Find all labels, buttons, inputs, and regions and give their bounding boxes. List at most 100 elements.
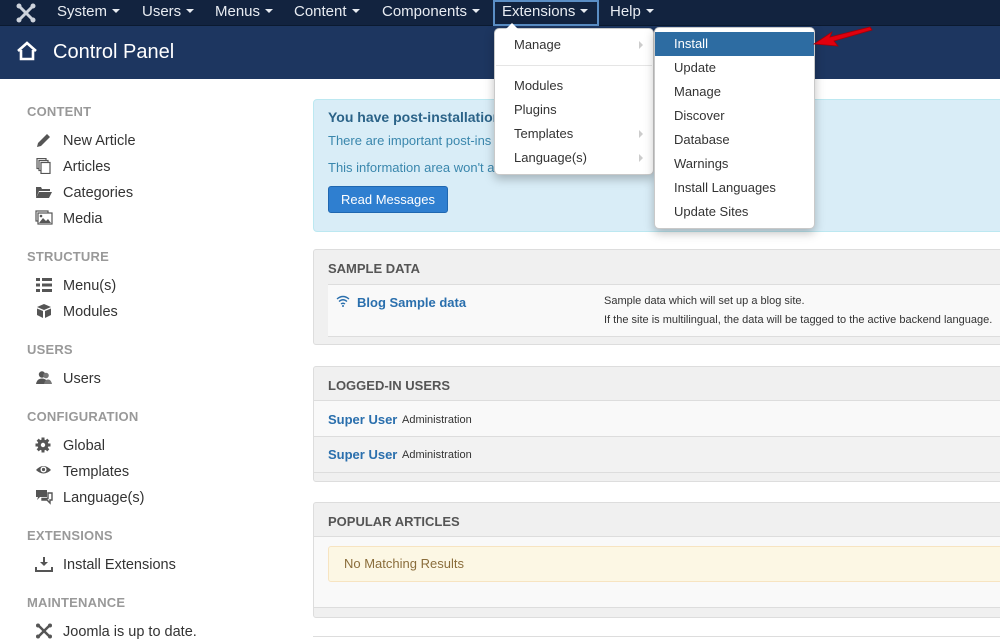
menu-item-label: Modules <box>514 78 564 93</box>
nav-system-label: System <box>57 3 108 20</box>
top-navbar: System Users Menus Content Components Ex… <box>0 0 1000 26</box>
nav-components[interactable]: Components <box>374 0 488 26</box>
blog-sample-data-link[interactable]: Blog Sample data <box>357 295 466 310</box>
sidebar-heading-configuration: CONFIGURATION <box>27 409 139 424</box>
popular-articles-panel: POPULAR ARTICLES No Matching Results <box>313 502 1000 618</box>
nav-content-label: Content <box>294 3 347 20</box>
extensions-dropdown: Manage Modules Plugins Templates Languag… <box>494 23 654 175</box>
sidebar-item-label: Templates <box>63 464 130 480</box>
submenu-item-install-languages[interactable]: Install Languages <box>655 176 814 200</box>
nav-system[interactable]: System <box>49 0 128 26</box>
home-icon <box>17 41 37 61</box>
submenu-item-manage[interactable]: Manage <box>655 80 814 104</box>
menu-item-languages[interactable]: Language(s) <box>495 146 653 170</box>
page-title: Control Panel <box>53 41 175 63</box>
alert-title: You have post-installation <box>328 109 502 125</box>
menu-item-label: Language(s) <box>514 150 587 165</box>
sidebar-heading-extensions: EXTENSIONS <box>27 528 113 543</box>
sidebar-item-label: Language(s) <box>63 490 145 506</box>
nav-components-label: Components <box>382 3 468 20</box>
logged-in-users-panel: LOGGED-IN USERS Super User Administratio… <box>313 366 1000 482</box>
submenu-item-update[interactable]: Update <box>655 56 814 80</box>
caret-down-icon <box>186 9 195 14</box>
dropdown-caret <box>506 23 518 29</box>
cube-icon <box>37 304 51 318</box>
pencil-icon <box>37 134 50 147</box>
submenu-item-install[interactable]: Install <box>655 32 814 56</box>
submenu-item-update-sites[interactable]: Update Sites <box>655 200 814 224</box>
caret-down-icon <box>265 9 274 14</box>
sidebar-item-label: Articles <box>63 159 111 175</box>
nav-help-label: Help <box>610 3 641 20</box>
menu-item-label: Manage <box>514 37 561 52</box>
user-row: Super User Administration <box>314 400 1000 437</box>
user-row: Super User Administration <box>314 437 1000 473</box>
menu-item-modules[interactable]: Modules <box>495 74 653 98</box>
submenu-arrow-icon <box>639 154 643 162</box>
joomla-icon <box>36 623 52 639</box>
nav-content[interactable]: Content <box>286 0 368 26</box>
stack-icon <box>36 158 51 174</box>
user-location: Administration <box>402 414 472 426</box>
menu-item-plugins[interactable]: Plugins <box>495 98 653 122</box>
folder-icon <box>36 187 52 198</box>
submenu-item-warnings[interactable]: Warnings <box>655 152 814 176</box>
eye-icon <box>36 466 51 474</box>
joomla-logo-icon[interactable] <box>15 3 37 23</box>
submenu-arrow-icon <box>639 130 643 138</box>
users-icon <box>36 371 52 384</box>
user-location: Administration <box>402 449 472 461</box>
manage-submenu: Install Update Manage Discover Database … <box>654 27 815 229</box>
list-icon <box>36 278 52 292</box>
sample-data-panel: SAMPLE DATA Blog Sample data Sample data… <box>313 249 1000 345</box>
image-icon <box>35 210 53 225</box>
submenu-item-database[interactable]: Database <box>655 128 814 152</box>
nav-extensions-label: Extensions <box>502 3 576 20</box>
alert-line-2: This information area won't a <box>328 160 495 175</box>
menu-item-label: Templates <box>514 126 574 141</box>
sidebar-item-label: Install Extensions <box>63 557 176 573</box>
sidebar-item-label: Menu(s) <box>63 278 117 294</box>
sidebar-item-label: Modules <box>63 304 118 320</box>
wifi-icon <box>336 295 350 307</box>
sample-data-desc-2: If the site is multilingual, the data wi… <box>604 314 993 326</box>
sidebar-item-label: Categories <box>63 185 134 201</box>
read-messages-button[interactable]: Read Messages <box>328 186 448 213</box>
sidebar-heading-content: CONTENT <box>27 104 92 119</box>
sidebar-item-label: Media <box>63 211 103 227</box>
nav-help[interactable]: Help <box>602 0 662 26</box>
menu-item-templates[interactable]: Templates <box>495 122 653 146</box>
sample-data-list: Blog Sample data Sample data which will … <box>328 284 1000 337</box>
sidebar-heading-users: USERS <box>27 342 73 357</box>
sidebar-item-label: Global <box>63 438 105 454</box>
cog-icon <box>35 437 51 453</box>
sample-data-desc-1: Sample data which will set up a blog sit… <box>604 295 805 307</box>
caret-down-icon <box>351 9 360 14</box>
nav-users-label: Users <box>142 3 182 20</box>
sidebar-item-label: Users <box>63 371 101 387</box>
annotation-arrow-icon <box>812 26 873 47</box>
caret-down-icon <box>472 9 481 14</box>
user-name-link[interactable]: Super User <box>328 447 397 462</box>
user-name-link[interactable]: Super User <box>328 412 397 427</box>
nav-menus-label: Menus <box>215 3 261 20</box>
submenu-item-discover[interactable]: Discover <box>655 104 814 128</box>
sidebar-item-label: New Article <box>63 133 136 149</box>
menu-item-manage[interactable]: Manage <box>495 33 653 57</box>
alert-line-1: There are important post-ins <box>328 133 492 148</box>
menu-divider <box>496 65 652 66</box>
menu-item-label: Plugins <box>514 102 557 117</box>
download-icon <box>35 557 53 572</box>
sidebar-heading-maintenance: MAINTENANCE <box>27 595 126 610</box>
nav-users[interactable]: Users <box>134 0 202 26</box>
nav-menus[interactable]: Menus <box>207 0 281 26</box>
caret-down-icon <box>112 9 121 14</box>
sidebar-heading-structure: STRUCTURE <box>27 249 109 264</box>
caret-down-icon <box>645 9 654 14</box>
comments-icon <box>36 490 53 505</box>
popular-articles-body: No Matching Results <box>314 536 1000 608</box>
panel-heading: LOGGED-IN USERS <box>328 378 451 393</box>
panel-heading: SAMPLE DATA <box>328 261 420 276</box>
submenu-arrow-icon <box>639 41 643 49</box>
no-results-message: No Matching Results <box>328 546 1000 582</box>
